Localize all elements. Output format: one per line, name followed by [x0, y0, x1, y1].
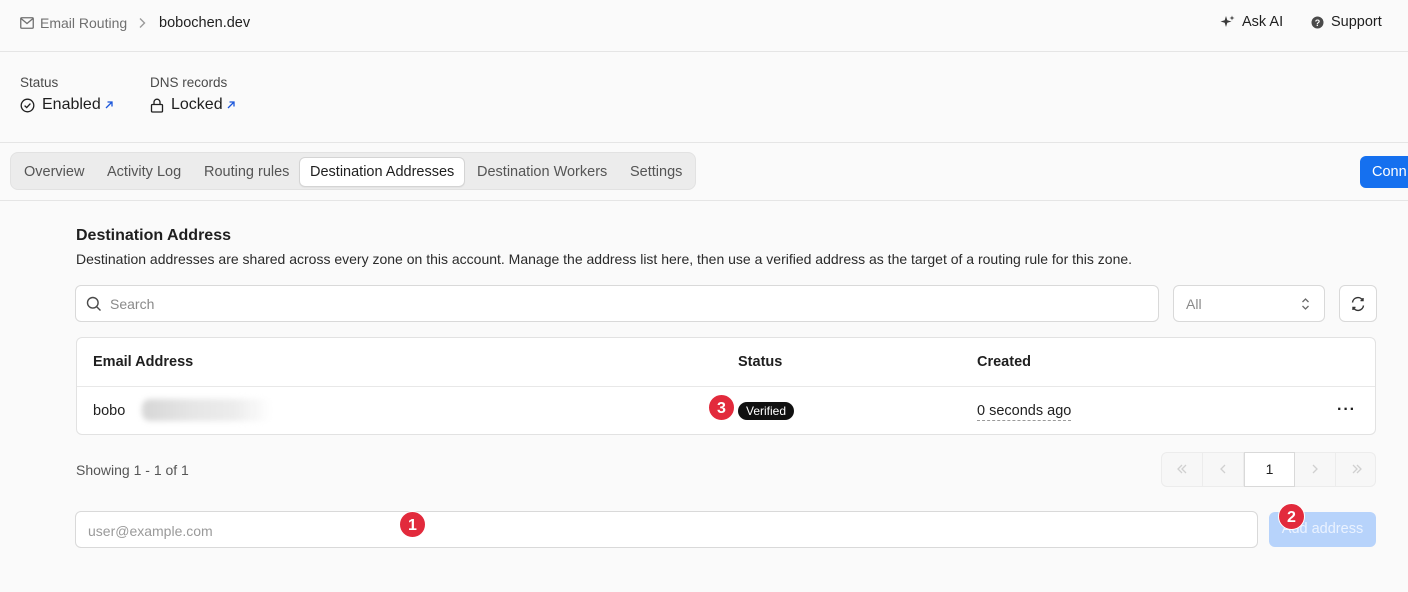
- status-row: Status Enabled DNS records Locked: [0, 52, 1408, 143]
- status-label: Status: [20, 75, 59, 90]
- dns-value: Locked: [171, 96, 223, 113]
- tab-destination-addresses[interactable]: Destination Addresses: [299, 157, 466, 187]
- pagination-summary: Showing 1 - 1 of 1: [76, 462, 189, 478]
- top-bar: Email Routing bobochen.dev Ask AI ? Supp…: [0, 0, 1408, 52]
- new-address-input[interactable]: [88, 521, 1238, 541]
- ask-ai-button[interactable]: Ask AI: [1220, 14, 1283, 30]
- sparkle-icon: [1220, 15, 1235, 27]
- search-input[interactable]: [110, 294, 1140, 314]
- ask-ai-label: Ask AI: [1242, 14, 1284, 30]
- search-icon: [86, 296, 101, 311]
- envelope-icon: [20, 17, 34, 29]
- new-address-field[interactable]: [75, 511, 1258, 548]
- more-options-icon[interactable]: ···: [1337, 401, 1356, 419]
- column-header-email: Email Address: [93, 354, 194, 370]
- chevrons-right-icon: [1352, 464, 1362, 474]
- chevrons-left-icon: [1177, 464, 1187, 474]
- chevron-right-icon: [138, 16, 146, 32]
- addresses-table: Email Address Status Created bobo Verifi…: [76, 337, 1376, 435]
- lock-icon: [150, 98, 164, 113]
- chevron-left-icon: [1220, 464, 1226, 474]
- first-page-button[interactable]: [1162, 453, 1203, 486]
- next-page-button[interactable]: [1295, 453, 1336, 486]
- last-page-button[interactable]: [1336, 453, 1377, 486]
- divider: [77, 386, 1375, 387]
- support-label: Support: [1331, 14, 1382, 30]
- status-badge: Verified: [738, 402, 795, 420]
- tab-overview[interactable]: Overview: [14, 157, 94, 187]
- section-title: Destination Address: [76, 227, 231, 244]
- current-page[interactable]: 1: [1244, 452, 1295, 487]
- support-button[interactable]: ? Support: [1311, 14, 1382, 30]
- annotation-marker-1: 1: [399, 511, 426, 538]
- dns-value-link[interactable]: Locked: [150, 96, 236, 114]
- annotation-marker-3: 3: [708, 394, 735, 421]
- status-filter-select[interactable]: All: [1173, 285, 1325, 322]
- connect-button[interactable]: Conn: [1360, 156, 1408, 188]
- check-circle-icon: [20, 98, 35, 112]
- refresh-button[interactable]: [1339, 285, 1377, 322]
- tab-routing-rules[interactable]: Routing rules: [194, 157, 299, 187]
- divider: [0, 200, 1408, 201]
- breadcrumb-label: Email Routing: [40, 15, 128, 31]
- status-value: Enabled: [42, 96, 101, 113]
- previous-page-button[interactable]: [1203, 453, 1244, 486]
- tab-activity-log[interactable]: Activity Log: [97, 157, 191, 187]
- column-header-created: Created: [977, 354, 1031, 370]
- refresh-icon: [1351, 296, 1365, 312]
- section-description: Destination addresses are shared across …: [76, 251, 1133, 267]
- column-header-status: Status: [738, 354, 783, 370]
- external-link-icon: [227, 101, 235, 109]
- email-cell: bobo: [93, 399, 272, 421]
- external-link-icon: [105, 101, 113, 109]
- svg-text:?: ?: [1315, 18, 1321, 28]
- chevron-up-down-icon: [1302, 298, 1309, 310]
- email-value: bobo: [93, 403, 126, 419]
- status-block: Status Enabled: [20, 75, 114, 114]
- tab-settings[interactable]: Settings: [620, 157, 692, 187]
- created-cell[interactable]: 0 seconds ago: [977, 403, 1072, 421]
- breadcrumb-domain[interactable]: bobochen.dev: [159, 15, 250, 31]
- tab-bar: Overview Activity Log Routing rules Dest…: [10, 152, 696, 190]
- search-box[interactable]: [75, 285, 1159, 322]
- breadcrumb-email-routing[interactable]: Email Routing: [20, 15, 127, 31]
- status-value-link[interactable]: Enabled: [20, 96, 114, 114]
- pagination: 1: [1161, 452, 1376, 487]
- created-value: 0 seconds ago: [977, 403, 1072, 421]
- dns-block: DNS records Locked: [150, 75, 236, 114]
- filter-value: All: [1186, 296, 1202, 312]
- chevron-right-icon: [1312, 464, 1318, 474]
- help-circle-icon: ?: [1311, 16, 1324, 28]
- dns-label: DNS records: [150, 75, 228, 90]
- annotation-marker-2: 2: [1278, 503, 1305, 530]
- redacted-blur: [142, 399, 272, 421]
- tab-destination-workers[interactable]: Destination Workers: [467, 157, 617, 187]
